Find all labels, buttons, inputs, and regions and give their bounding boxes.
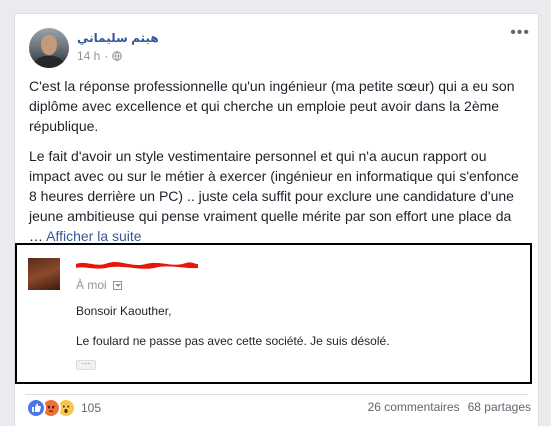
post-time[interactable]: 14 h [77,49,100,63]
recipient-line: À moi [76,278,122,292]
reactions-summary[interactable]: 105 [26,398,101,418]
email-show-more-icon: ··· [76,359,96,370]
more-options-icon[interactable]: ••• [510,25,530,41]
see-more-link[interactable]: Afficher la suite [46,228,141,244]
like-reaction-icon [26,398,46,418]
shares-count-link[interactable]: 68 partages [468,400,531,414]
dropdown-icon [112,280,122,290]
meta-separator: · [104,49,109,63]
reactions-count[interactable]: 105 [81,401,101,415]
post-card: هيثم سليماني 14 h · ••• C'est la réponse… [14,13,539,426]
post-paragraph-2: Le fait d'avoir un style vestimentaire p… [29,146,529,246]
author-avatar[interactable] [29,28,69,68]
author-name[interactable]: هيثم سليماني [77,31,159,45]
avatar-shoulders [32,56,66,68]
footer-divider [25,394,528,395]
email-body: Le foulard ne passe pas avec cette socié… [76,334,390,348]
engagement-stats: 26 commentaires 68 partages [368,400,531,414]
post-paragraph-1: C'est la réponse professionnelle qu'un i… [29,78,515,134]
comments-count-link[interactable]: 26 commentaires [368,400,460,414]
globe-icon [112,51,123,61]
truncation-ellipsis: … [29,228,47,244]
post-paragraph-2-text: Le fait d'avoir un style vestimentaire p… [29,148,519,224]
post-meta: 14 h · [77,49,123,63]
sender-avatar [28,258,60,290]
avatar-face [41,35,57,55]
email-greeting: Bonsoir Kaouther, [76,304,172,318]
post-body: C'est la réponse professionnelle qu'un i… [29,76,529,256]
recipient-label: À moi [76,278,107,292]
redacted-sender-name [76,261,198,269]
embedded-email-screenshot: À moi Bonsoir Kaouther, Le foulard ne pa… [15,243,532,384]
